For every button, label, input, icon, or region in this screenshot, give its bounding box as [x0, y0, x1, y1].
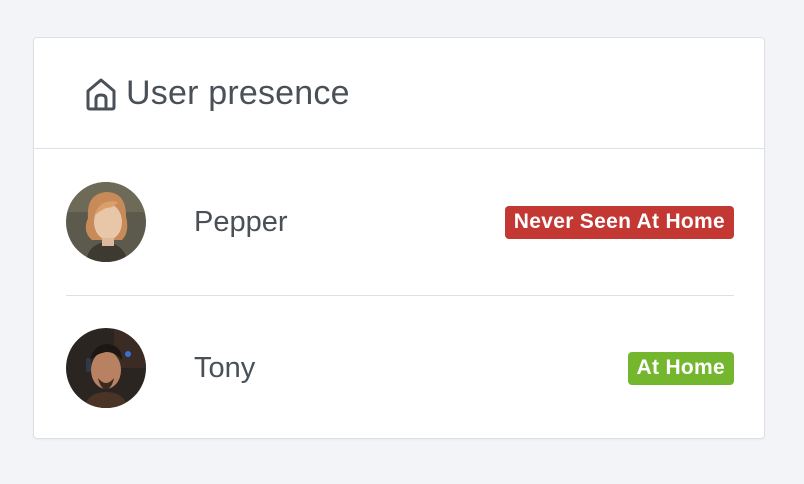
divider — [66, 295, 734, 296]
list-item: Pepper Never Seen At Home — [66, 182, 734, 262]
status-badge: Never Seen At Home — [504, 205, 734, 239]
user-presence-card: User presence Pepper Never Seen At Home — [33, 37, 765, 439]
user-name: Tony — [194, 351, 256, 384]
card-title: User presence — [126, 73, 350, 112]
home-icon — [84, 77, 118, 111]
status-badge: At Home — [627, 351, 734, 385]
user-name: Pepper — [194, 205, 288, 238]
avatar — [66, 328, 146, 408]
list-item: Tony At Home — [66, 328, 734, 408]
card-header: User presence — [34, 38, 764, 149]
avatar — [66, 182, 146, 262]
